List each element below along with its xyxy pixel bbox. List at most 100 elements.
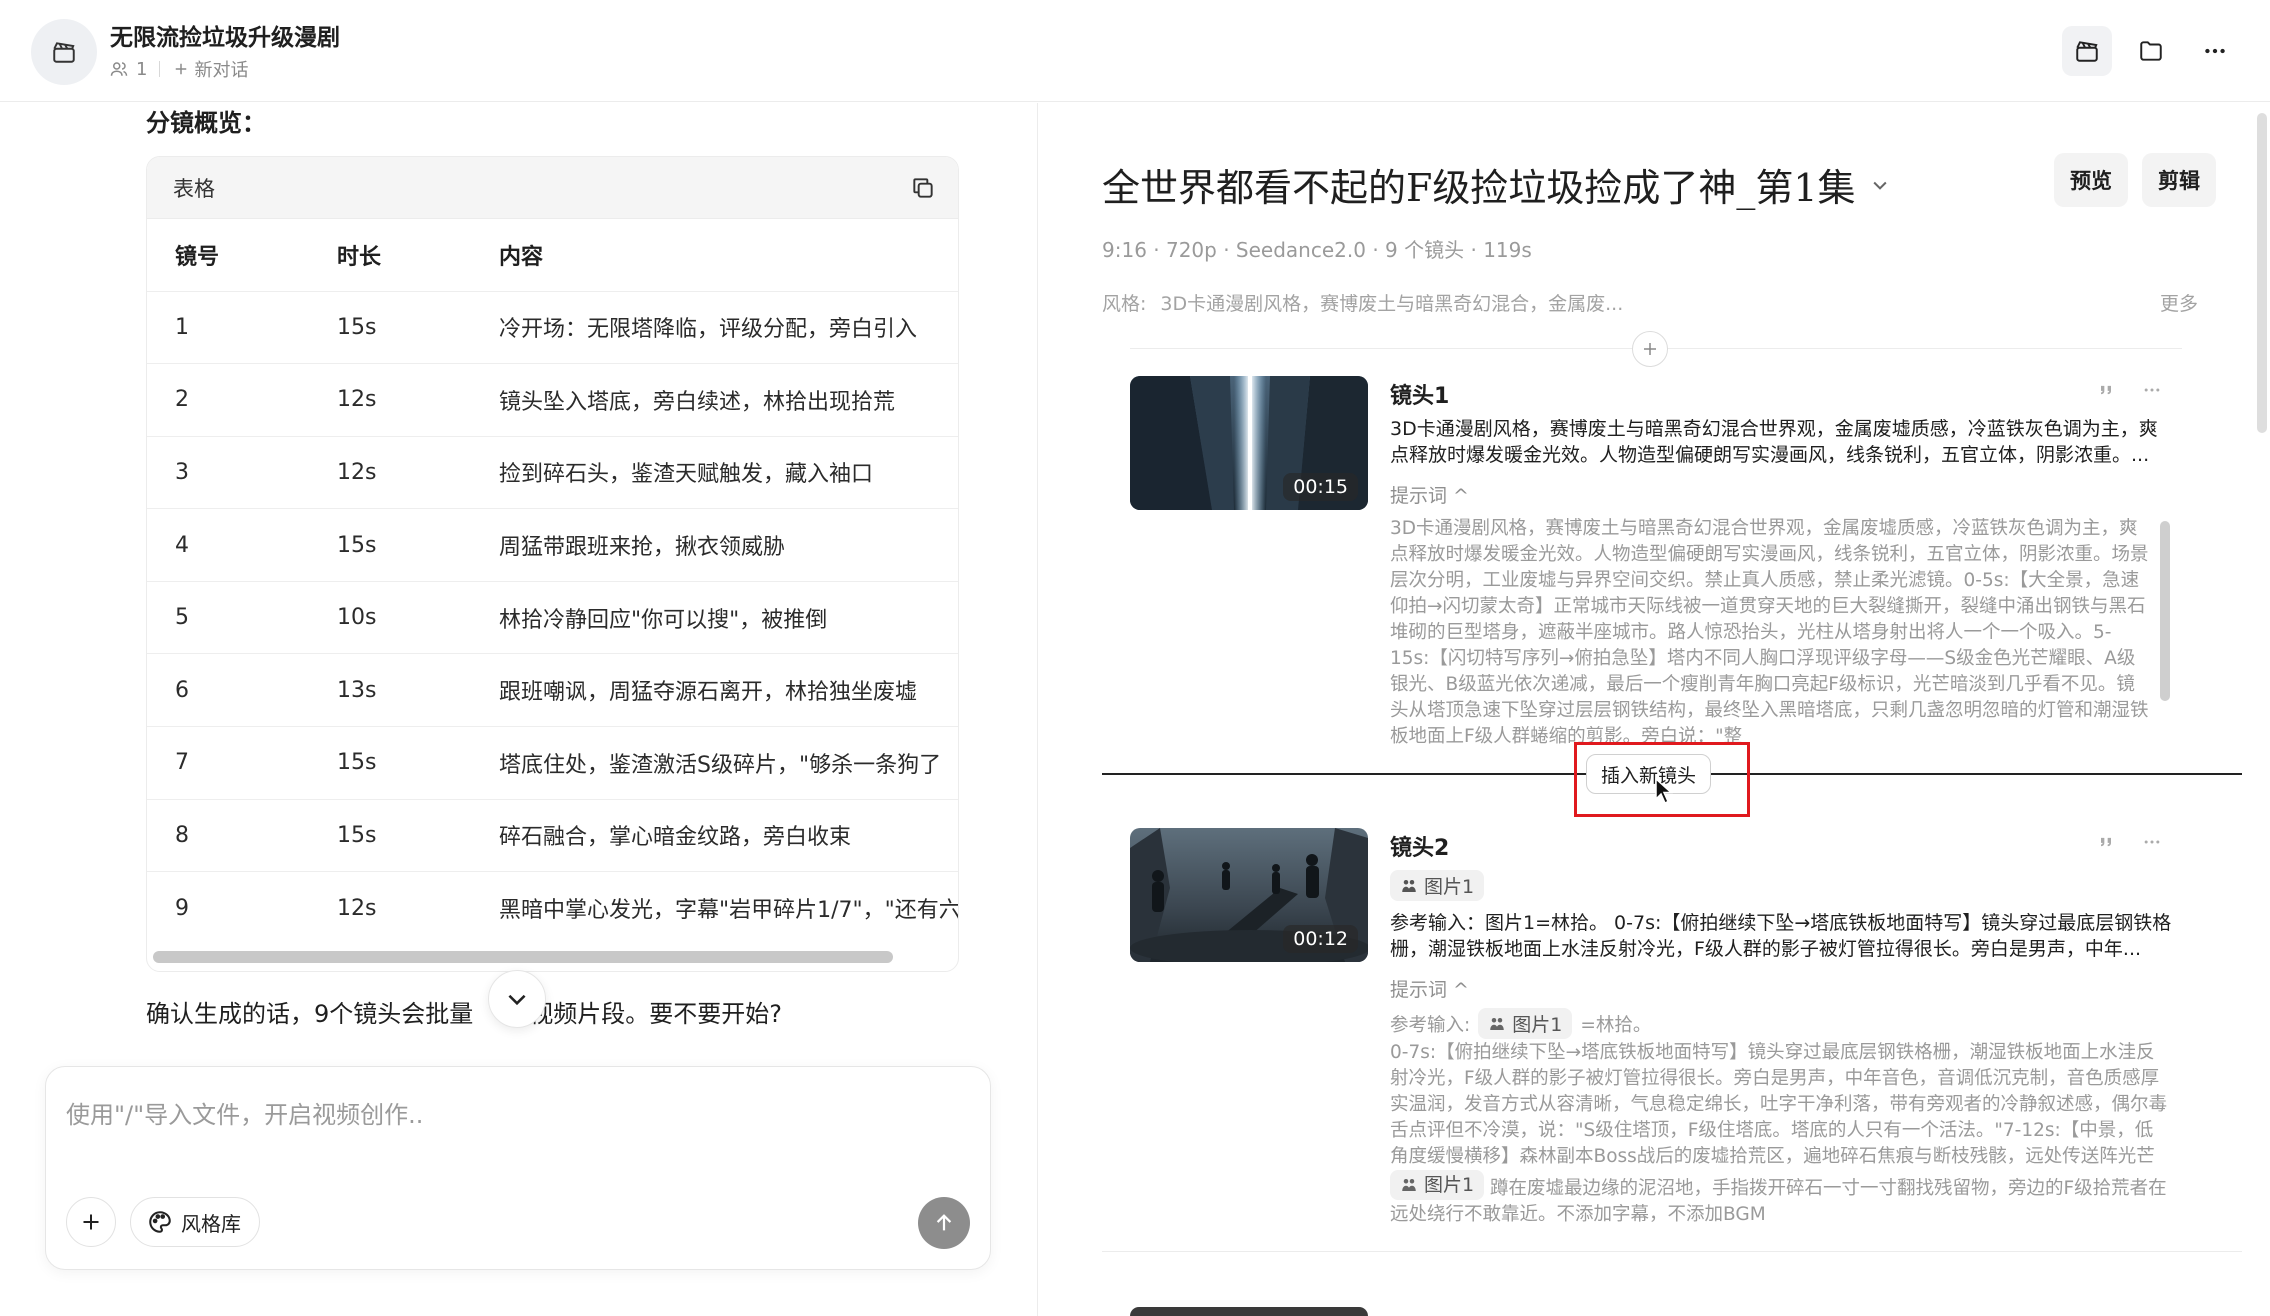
table-horizontal-scrollbar[interactable] (153, 951, 893, 963)
table-row: 2 12s 镜头坠入塔底，旁白续述，林拾出现拾荒 (147, 363, 958, 437)
send-button[interactable] (918, 1197, 970, 1249)
table-row: 5 10s 林拾冷静回应"你可以搜"，被推倒 (147, 581, 958, 655)
copy-icon[interactable] (910, 175, 936, 201)
shot-1-duration: 00:15 (1283, 473, 1358, 501)
cell-duration: 10s (337, 581, 499, 655)
shot-card-1: 00:15 镜头1 3D卡通漫剧风格，赛博废土与暗黑奇幻混合世界观，金属废墟质感… (1130, 376, 2190, 756)
shot-2-tools (2096, 832, 2162, 852)
table-row: 6 13s 跟班嘲讽，周猛夺源石离开，林拾独坐废墟 (147, 653, 958, 728)
column-header: 内容 (499, 219, 958, 292)
meta-divider (159, 61, 161, 77)
table-card-header: 表格 (147, 157, 958, 219)
cell-shot-no: 4 (147, 508, 337, 582)
member-count: 1 (136, 58, 148, 80)
shot-2-ref-input-chip[interactable]: 图片1 (1478, 1008, 1573, 1039)
shot-1-prompt-toggle[interactable]: 提示词 ^ (1390, 481, 1469, 508)
cell-duration: 15s (337, 291, 499, 365)
table-row: 1 15s 冷开场：无限塔降临，评级分配，旁白引入 (147, 291, 958, 365)
shot-2-thumbnail[interactable]: 00:12 (1130, 828, 1368, 962)
table-header-row: 镜号 时长 内容 (147, 219, 958, 292)
arrow-up-icon (936, 1214, 952, 1231)
confirm-text-b: 视频片段。要不要开始? (529, 1000, 783, 1028)
episode-title: 全世界都看不起的F级捡垃圾捡成了神_第1集 (1102, 166, 1856, 210)
quote-icon[interactable] (2096, 832, 2116, 852)
cell-shot-no: 3 (147, 436, 337, 510)
table-row: 4 15s 周猛带跟班来抢，揪衣领威胁 (147, 508, 958, 582)
chevron-down-icon (508, 994, 526, 1006)
chevron-down-icon (1873, 181, 1887, 190)
new-chat-button[interactable]: 新对话 (174, 56, 248, 82)
app-header: 无限流捡垃圾升级漫剧 1 新对话 (0, 0, 2270, 102)
shot-1-description: 3D卡通漫剧风格，赛博废土与暗黑奇幻混合世界观，金属废墟质感，冷蓝铁灰色调为主，… (1390, 418, 2158, 466)
more-icon[interactable] (2142, 380, 2162, 400)
shot-2-ref-chip-label: 图片1 (1424, 876, 1475, 898)
style-library-button[interactable]: 风格库 (130, 1197, 260, 1247)
folder-button[interactable] (2126, 26, 2176, 76)
preview-button[interactable]: 预览 (2054, 153, 2128, 207)
shot-2-prompt-text-b: 蹲在废墟最边缘的泥沼地，手指拨开碎石一寸一寸翻找残留物，旁边的F级拾荒者在远处绕… (1390, 1178, 2167, 1225)
shot-2-prompt-toggle[interactable]: 提示词 ^ (1390, 975, 1469, 1002)
shot-2-duration: 00:12 (1283, 925, 1358, 953)
users-icon (110, 62, 128, 76)
table-row: 7 15s 塔底住处，鉴渣激活S级碎片，"够杀一条狗了 (147, 726, 958, 800)
cell-duration: 13s (337, 653, 499, 728)
episode-title-selector[interactable]: 全世界都看不起的F级捡垃圾捡成了神_第1集 (1102, 157, 1890, 212)
chat-input-box[interactable]: 使用"/"导入文件，开启视频创作.. 风格库 (45, 1066, 991, 1270)
scroll-to-bottom-button[interactable] (488, 970, 546, 1028)
cell-duration: 12s (337, 871, 499, 939)
shot-2-ref-input-label: 参考输入: (1390, 1014, 1471, 1036)
cell-content: 周猛带跟班来抢，揪衣领威胁 (499, 508, 958, 582)
more-link[interactable]: 更多 (2160, 289, 2198, 316)
column-header: 时长 (337, 219, 499, 292)
shot-divider (1102, 1251, 2242, 1252)
add-attachment-button[interactable] (66, 1197, 116, 1247)
shot-2-inline-ref-chip[interactable]: 图片1 (1390, 1170, 1485, 1200)
cell-shot-no: 6 (147, 653, 337, 728)
cell-content: 捡到碎石头，鉴渣天赋触发，藏入袖口 (499, 436, 958, 510)
people-icon (1490, 1017, 1504, 1030)
cell-duration: 15s (337, 726, 499, 800)
shot-2-name: 镜头2 (1390, 836, 1450, 861)
project-avatar[interactable] (31, 19, 97, 85)
table-card-label: 表格 (173, 176, 215, 201)
shot-2-ref-chip[interactable]: 图片1 (1390, 870, 1485, 901)
clapperboard-icon (53, 42, 75, 63)
storyboard-table: 镜号 时长 内容 1 15s 冷开场：无限塔降临，评级分配，旁白引入 2 12s 镜头坠… (147, 219, 958, 939)
shot-1-prompt-scrollbar[interactable] (2160, 521, 2170, 701)
episode-meta: 9:16 · 720p · Seedance2.0 · 9 个镜头 · 119s (1102, 238, 1532, 262)
edit-button[interactable]: 剪辑 (2142, 153, 2216, 207)
shot-2-ref-input-suffix: =林拾。 (1580, 1014, 1652, 1036)
plus-icon (83, 1214, 99, 1230)
project-title: 无限流捡垃圾升级漫剧 (110, 25, 340, 51)
shot-2-ref-row: 图片1 (1390, 870, 1485, 901)
chat-panel: 分镜概览： 表格 镜号 时长 内容 1 15s 冷开场：无限塔降临，评级分配，旁白引… (0, 103, 1037, 1316)
table-scroll-area[interactable]: 镜号 时长 内容 1 15s 冷开场：无限塔降临，评级分配，旁白引入 2 12s 镜头坠… (147, 219, 958, 939)
cell-content: 林拾冷静回应"你可以搜"，被推倒 (499, 581, 958, 655)
clapperboard-icon (2076, 41, 2098, 62)
palette-icon (149, 1211, 171, 1233)
cell-shot-no: 7 (147, 726, 337, 800)
cell-shot-no: 9 (147, 871, 337, 939)
table-row: 3 12s 捡到碎石头，鉴渣天赋触发，藏入袖口 (147, 436, 958, 510)
cell-shot-no: 5 (147, 581, 337, 655)
insert-shot-top-button[interactable] (1632, 331, 1668, 367)
storyboard-button[interactable] (2062, 26, 2112, 76)
more-button[interactable] (2190, 26, 2240, 76)
more-icon[interactable] (2142, 832, 2162, 852)
storyboard-panel: 全世界都看不起的F级捡垃圾捡成了神_第1集 预览 剪辑 9:16 · 720p … (1038, 103, 2270, 1316)
chat-input-placeholder[interactable]: 使用"/"导入文件，开启视频创作.. (66, 1095, 423, 1130)
shot-1-prompt-text: 3D卡通漫剧风格，赛博废土与暗黑奇幻混合世界观，金属废墟质感，冷蓝铁灰色调为主，… (1390, 518, 2149, 747)
quote-icon[interactable] (2096, 380, 2116, 400)
more-icon (2205, 48, 2225, 54)
style-library-label: 风格库 (181, 1211, 241, 1236)
confirm-text-a: 确认生成的话，9个镜头会批量 (146, 1000, 474, 1028)
section-title: 分镜概览： (146, 109, 266, 137)
table-row: 8 15s 碎石融合，掌心暗金纹路，旁白收束 (147, 799, 958, 873)
cell-duration: 12s (337, 363, 499, 437)
shot-1-thumbnail[interactable]: 00:15 (1130, 376, 1368, 510)
shot-2-prompt-tail: 图片1 蹲在废墟最边缘的泥沼地，手指拨开碎石一寸一寸翻找残留物，旁边的F级拾荒者… (1390, 1170, 2170, 1228)
panel-scrollbar[interactable] (2257, 113, 2267, 433)
cell-content: 黑暗中掌心发光，字幕"岩甲碎片1/7"，"还有六 (499, 871, 958, 939)
shot-1-tools (2096, 380, 2162, 400)
cell-duration: 15s (337, 508, 499, 582)
